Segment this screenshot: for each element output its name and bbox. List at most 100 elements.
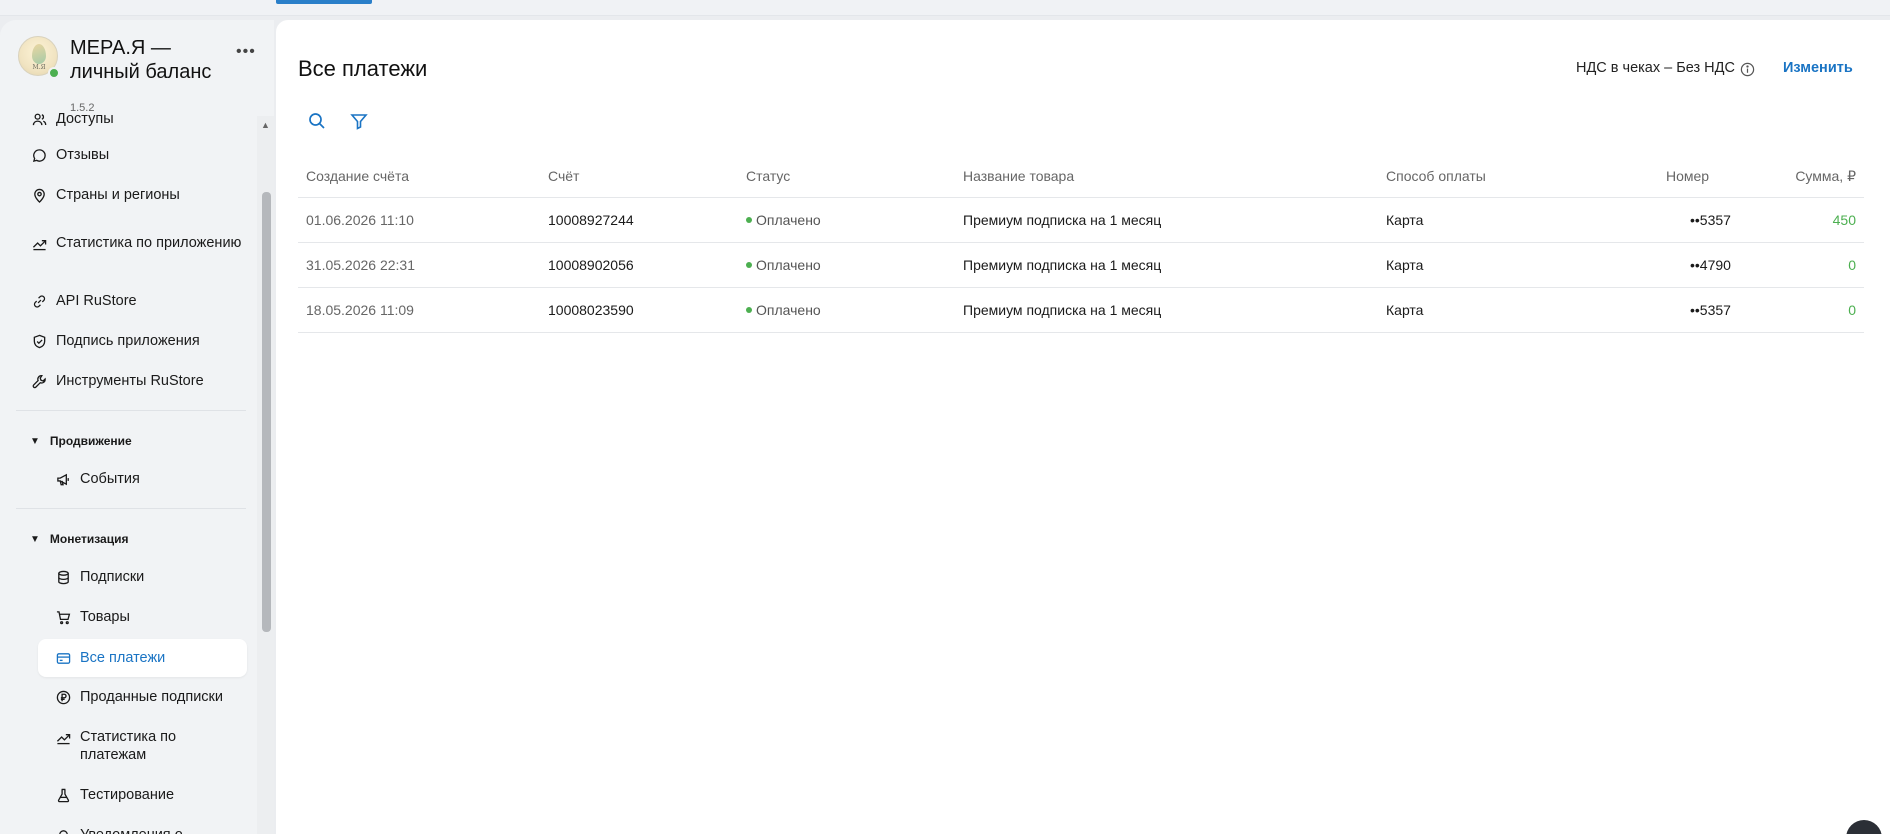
main-content: Все платежи НДС в чеках – Без НДС Измени… (276, 20, 1890, 834)
cell-invoice: 10008927244 (548, 212, 634, 228)
flask-icon (54, 786, 72, 804)
column-header-invoice[interactable]: Счёт (548, 168, 579, 184)
sidebar-item-subscriptions[interactable]: Подписки (54, 568, 245, 586)
cell-number: ••5357 (1690, 212, 1731, 228)
sidebar-item-sold-subscriptions[interactable]: Проданные подписки (54, 688, 245, 706)
sidebar-item-testing[interactable]: Тестирование (54, 786, 245, 804)
ruble-coin-icon (54, 688, 72, 706)
change-vat-button[interactable]: Изменить (1783, 60, 1853, 76)
sidebar-nav: Доступы Отзывы Страны и регионы Статисти… (0, 111, 274, 834)
caret-down-icon: ▼ (30, 435, 40, 447)
sidebar-item-label: Страны и регионы (56, 187, 180, 203)
filter-icon[interactable] (350, 112, 370, 132)
cell-amount: 0 (1848, 257, 1856, 273)
cell-status: Оплачено (746, 212, 821, 228)
top-tab-bar (0, 0, 1890, 16)
database-icon (54, 568, 72, 586)
sidebar-item-label: Инструменты RuStore (56, 373, 204, 389)
logo-leaf-icon (32, 44, 46, 64)
sidebar-item-label: Все платежи (80, 650, 166, 666)
sidebar-item-label: Подписки (80, 569, 145, 585)
sidebar-item-products[interactable]: Товары (54, 608, 245, 626)
cell-status: Оплачено (746, 302, 821, 318)
sidebar: М.Я МЕРА.Я — личный баланс 1.5.2 ••• ▲ Д… (0, 20, 274, 834)
sidebar-item-payment-stats[interactable]: Статистика по платежам (54, 728, 245, 764)
bell-icon (54, 826, 72, 834)
sidebar-item-label: API RuStore (56, 293, 137, 309)
sidebar-item-label: Тестирование (80, 787, 175, 803)
map-pin-icon (30, 186, 48, 204)
chat-bubble-icon (30, 146, 48, 164)
sidebar-item-access[interactable]: Доступы (30, 110, 245, 128)
section-header-promotion[interactable]: ▼ Продвижение (30, 434, 132, 448)
status-label: Оплачено (756, 212, 821, 228)
table-row[interactable]: 18.05.2026 11:09 10008023590 Оплачено Пр… (298, 288, 1864, 333)
sidebar-item-label: События (80, 471, 140, 487)
sidebar-item-reviews[interactable]: Отзывы (30, 146, 245, 164)
caret-down-icon: ▼ (30, 533, 40, 545)
cell-method: Карта (1386, 257, 1424, 273)
cell-invoice: 10008902056 (548, 257, 634, 273)
table-row[interactable]: 01.06.2026 11:10 10008927244 Оплачено Пр… (298, 198, 1864, 243)
nav-divider (16, 410, 246, 411)
wrench-icon (30, 372, 48, 390)
sidebar-item-label: Доступы (56, 111, 114, 127)
sidebar-item-tools[interactable]: Инструменты RuStore (30, 372, 245, 390)
column-header-status[interactable]: Статус (746, 168, 790, 184)
column-header-product[interactable]: Название товара (963, 168, 1074, 184)
app-status-dot (48, 67, 60, 79)
status-label: Оплачено (756, 302, 821, 318)
cell-amount: 450 (1832, 212, 1856, 228)
trend-up-icon (54, 728, 72, 746)
status-dot-icon (746, 262, 752, 269)
megaphone-icon (54, 470, 72, 488)
users-icon (30, 110, 48, 128)
sidebar-item-label: Отзывы (56, 147, 110, 163)
sidebar-item-all-payments[interactable]: Все платежи (38, 639, 247, 677)
cell-created: 31.05.2026 22:31 (306, 257, 415, 273)
column-header-amount[interactable]: Сумма, ₽ (1795, 168, 1856, 185)
table-header: Создание счёта Счёт Статус Название това… (298, 158, 1864, 198)
card-icon (54, 649, 72, 667)
info-icon[interactable] (1740, 62, 1755, 77)
nav-divider (16, 508, 246, 509)
cart-icon (54, 608, 72, 626)
cell-invoice: 10008023590 (548, 302, 634, 318)
page-title: Все платежи (298, 56, 428, 81)
section-title: Продвижение (49, 434, 132, 448)
cell-method: Карта (1386, 212, 1424, 228)
sidebar-item-label: Подпись приложения (56, 333, 200, 349)
sidebar-item-app-stats[interactable]: Статистика по приложению (30, 234, 245, 252)
table-row[interactable]: 31.05.2026 22:31 10008902056 Оплачено Пр… (298, 243, 1864, 288)
status-dot-icon (746, 217, 752, 224)
section-header-monetization[interactable]: ▼ Монетизация (30, 532, 129, 546)
sidebar-item-label: Статистика по приложению (56, 235, 242, 251)
column-header-created[interactable]: Создание счёта (306, 168, 409, 184)
active-tab-indicator (276, 0, 372, 4)
sidebar-item-signing[interactable]: Подпись приложения (30, 332, 245, 350)
sidebar-item-notifications[interactable]: Уведомления о (54, 826, 245, 834)
sidebar-item-label: Проданные подписки (80, 689, 223, 705)
sidebar-item-api[interactable]: API RuStore (30, 292, 245, 310)
column-header-number[interactable]: Номер (1666, 168, 1709, 184)
link-icon (30, 292, 48, 310)
column-header-method[interactable]: Способ оплаты (1386, 168, 1486, 184)
sidebar-item-events[interactable]: События (54, 470, 245, 488)
app-name: МЕРА.Я — личный баланс (70, 37, 212, 83)
status-label: Оплачено (756, 257, 821, 273)
sidebar-item-label: Товары (80, 609, 130, 625)
vat-label: НДС в чеках – Без НДС (1576, 60, 1735, 76)
sidebar-item-label: Статистика по платежам (80, 729, 177, 763)
cell-product: Премиум подписка на 1 месяц (963, 302, 1162, 318)
cell-product: Премиум подписка на 1 месяц (963, 257, 1162, 273)
more-horizontal-icon[interactable]: ••• (236, 44, 256, 60)
cell-number: ••4790 (1690, 257, 1731, 273)
shield-check-icon (30, 332, 48, 350)
trend-up-icon (30, 234, 48, 252)
cell-amount: 0 (1848, 302, 1856, 318)
sidebar-item-label: Уведомления о (80, 826, 183, 834)
status-dot-icon (746, 307, 752, 314)
cell-number: ••5357 (1690, 302, 1731, 318)
search-icon[interactable] (308, 112, 328, 132)
sidebar-item-countries[interactable]: Страны и регионы (30, 186, 245, 204)
